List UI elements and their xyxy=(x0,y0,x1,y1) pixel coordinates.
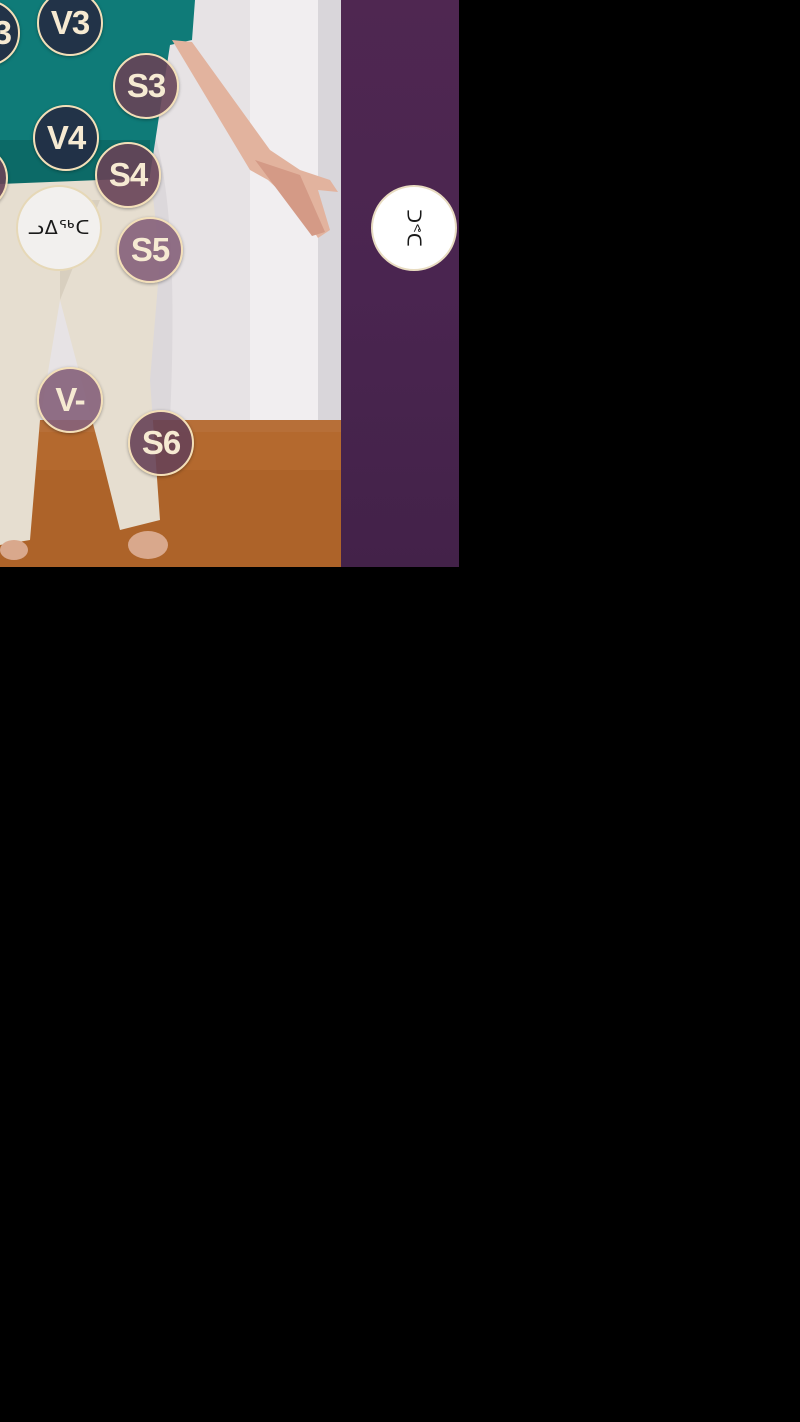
side-glyph-button[interactable]: ᑐᕝᑕ xyxy=(371,185,457,271)
point-badge-s6[interactable]: S6 xyxy=(128,410,194,476)
sidebar-panel xyxy=(341,0,459,567)
right-black-area xyxy=(459,0,800,567)
video-viewport: 3 V3 S3 V4 S4 S5 V- S6 ᓗᐃᖅᑕ ᑐᕝᑕ xyxy=(0,0,459,567)
body-glyph-label: ᓗᐃᖅᑕ xyxy=(27,217,91,239)
empty-black-area xyxy=(0,567,800,1422)
point-badge-s5[interactable]: S5 xyxy=(117,217,183,283)
side-glyph-label: ᑐᕝᑕ xyxy=(403,209,425,247)
point-badge-v-minus[interactable]: V- xyxy=(37,367,103,433)
point-badge-s4[interactable]: S4 xyxy=(95,142,161,208)
body-glyph-button[interactable]: ᓗᐃᖅᑕ xyxy=(16,185,102,271)
point-badge-v4[interactable]: V4 xyxy=(33,105,99,171)
point-badge-s3[interactable]: S3 xyxy=(113,53,179,119)
